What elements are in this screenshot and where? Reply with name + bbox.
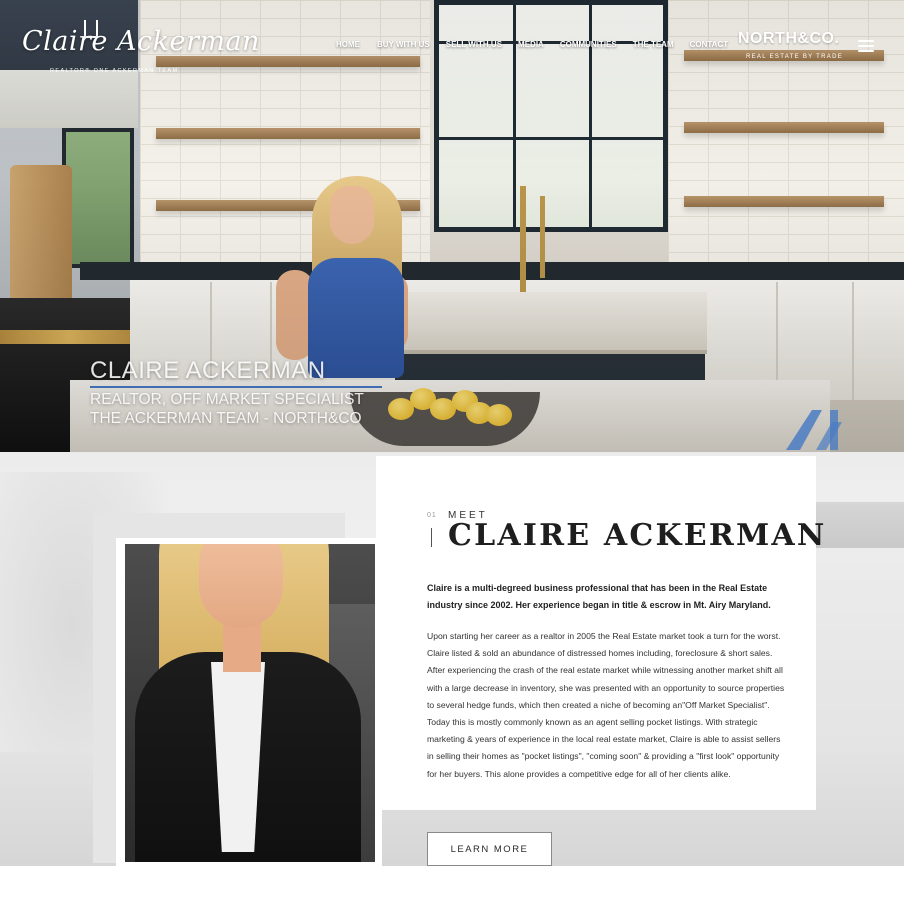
brand-logo[interactable]: NORTH&CO. REAL ESTATE BY TRADE bbox=[738, 30, 844, 64]
about-body: Upon starting her career as a realtor in… bbox=[427, 631, 785, 779]
about-section: 01 MEET CLAIRE ACKERMAN Claire is a mult… bbox=[0, 452, 904, 906]
site-logo[interactable]: Claire Ackerman REALTOR® ONE ACKERMAN TE… bbox=[22, 20, 259, 78]
brand-name: NORTH&CO. bbox=[738, 30, 840, 47]
hero-team-line: THE ACKERMAN TEAM - NORTH&CO bbox=[90, 410, 362, 427]
nav-item-buy-with-us[interactable]: BUY WITH US bbox=[377, 40, 430, 54]
agent-portrait bbox=[125, 544, 375, 862]
hero-title-rule bbox=[90, 386, 382, 388]
logo-tagline: REALTOR® ONE ACKERMAN TEAM bbox=[50, 68, 179, 74]
hamburger-menu-icon[interactable] bbox=[858, 40, 874, 52]
nav-item-the-team[interactable]: THE TEAM bbox=[633, 40, 674, 54]
hero-section: Claire Ackerman REALTOR® ONE ACKERMAN TE… bbox=[0, 0, 904, 452]
about-background-roof bbox=[815, 502, 904, 548]
nav-item-communities[interactable]: COMMUNITIES bbox=[560, 40, 617, 54]
nav-item-sell-with-us[interactable]: SELL WITH US bbox=[446, 40, 502, 54]
hero-subtitle: REALTOR, OFF MARKET SPECIALIST bbox=[90, 391, 364, 408]
main-nav: HOME BUY WITH US SELL WITH US MEDIA COMM… bbox=[336, 40, 728, 54]
nav-item-home[interactable]: HOME bbox=[336, 40, 360, 54]
nav-item-contact[interactable]: CONTACT bbox=[690, 40, 729, 54]
portrait-face bbox=[199, 544, 283, 628]
about-lead: Claire is a multi-degreed business profe… bbox=[427, 583, 771, 610]
about-heading: CLAIRE ACKERMAN bbox=[448, 518, 827, 553]
heading-divider bbox=[431, 528, 432, 547]
section-number: 01 bbox=[427, 512, 437, 519]
hero-caption: CLAIRE ACKERMAN REALTOR, OFF MARKET SPEC… bbox=[90, 357, 382, 428]
watermark-logo-icon bbox=[786, 410, 842, 450]
hero-title: CLAIRE ACKERMAN bbox=[90, 357, 326, 384]
learn-more-button[interactable]: LEARN MORE bbox=[427, 832, 552, 866]
portrait-neck bbox=[223, 622, 261, 672]
nav-item-media[interactable]: MEDIA bbox=[518, 40, 544, 54]
logo-script: Claire Ackerman bbox=[22, 26, 260, 57]
brand-tagline: REAL ESTATE BY TRADE bbox=[746, 54, 844, 60]
